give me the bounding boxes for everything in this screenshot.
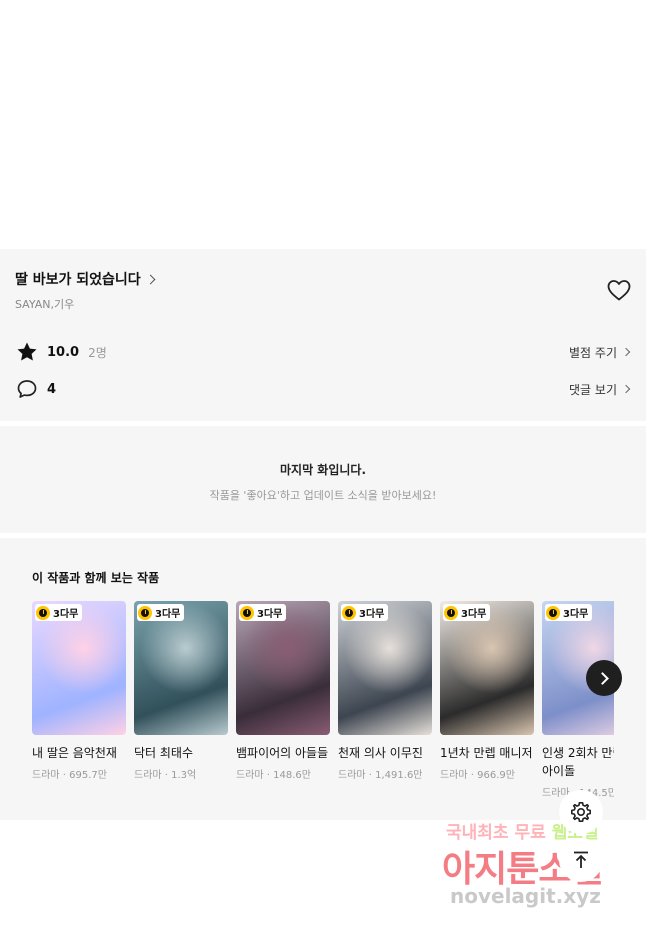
settings-button[interactable]	[559, 790, 603, 834]
heart-icon[interactable]	[606, 278, 632, 302]
card-meta: 드라마 · 1.3억	[134, 770, 197, 781]
clock-icon	[342, 605, 356, 620]
clock-icon	[240, 605, 254, 620]
clock-icon	[138, 605, 152, 620]
clock-icon	[36, 605, 50, 620]
free-badge: 3다무	[137, 604, 185, 621]
card-meta: 드라마 · 695.7만	[32, 770, 107, 781]
card-title: 닥터 최태수	[134, 746, 194, 760]
recommendations-section: 이 작품과 함께 보는 작품 3다무 내 딸은 음악천재 드라마 · 695.7만 3…	[0, 538, 646, 820]
recommendation-card[interactable]: 3다무뱀파이어의 아들들드라마 · 148.6만	[236, 601, 330, 781]
work-authors: SAYAN,기우	[15, 298, 75, 311]
rating-row: 10.0 2명 별점 주기	[15, 340, 631, 364]
card-title: 1년차 만렙 매니저	[440, 746, 533, 760]
rate-button[interactable]: 별점 주기	[569, 344, 631, 361]
view-comments-button[interactable]: 댓글 보기	[569, 381, 631, 398]
view-comments-label: 댓글 보기	[569, 382, 617, 397]
carousel-next-button[interactable]	[586, 660, 622, 696]
recommendation-card[interactable]: 3다무천재 의사 이무진드라마 · 1,491.6만	[338, 601, 432, 781]
star-icon	[17, 342, 37, 361]
card-title: 내 딸은 음악천재	[32, 746, 117, 760]
comment-icon	[17, 380, 37, 398]
card-meta: 드라마 · 966.9만	[440, 770, 515, 781]
recommendation-card[interactable]: 3다무 1년차 만렙 매니저드라마 · 966.9만	[440, 601, 534, 781]
card-meta: 드라마 · 148.6만	[236, 770, 311, 781]
free-badge: 3다무	[35, 604, 83, 621]
free-badge-label: 3다무	[563, 609, 589, 620]
work-title-link[interactable]: 딸 바보가 되었습니다	[15, 269, 156, 289]
free-badge-label: 3다무	[53, 609, 79, 620]
comment-row: 4 댓글 보기	[15, 377, 631, 401]
card-title: 천재 의사 이무진	[338, 746, 423, 760]
recommendation-card[interactable]: 3다무닥터 최태수드라마 · 1.3억	[134, 601, 228, 781]
recommendation-carousel: 3다무 내 딸은 음악천재 드라마 · 695.7만 3다무 닥터 최태수 드라마 · 1…	[32, 601, 614, 811]
watermark-text: 국내최초 무료	[446, 823, 552, 843]
recommendation-card[interactable]: 3다무내 딸은 음악천재드라마 · 695.7만	[32, 601, 126, 781]
recommendation-card[interactable]: 3다무UP인생 2회차 만렙 아이돌드라마 · 144.5만	[542, 601, 614, 799]
free-badge: 3다무	[545, 604, 593, 621]
comment-count: 4	[47, 381, 57, 397]
cover-thumbnail: 3다무	[440, 601, 534, 735]
cover-thumbnail: 3다무	[134, 601, 228, 735]
free-badge-label: 3다무	[257, 609, 283, 620]
blank-top-area	[0, 0, 646, 249]
clock-icon	[444, 605, 458, 620]
free-badge-label: 3다무	[359, 609, 385, 620]
floating-buttons	[559, 790, 603, 882]
free-badge-label: 3다무	[461, 609, 487, 620]
cover-thumbnail: 3다무	[338, 601, 432, 735]
chevron-right-icon	[621, 347, 631, 357]
card-title: 인생 2회차 만렙 아이돌	[542, 746, 614, 778]
free-badge-label: 3다무	[155, 609, 181, 620]
gear-icon	[571, 802, 591, 822]
free-badge: 3다무	[341, 604, 389, 621]
last-episode-notice: 마지막 화입니다. 작품을 '좋아요'하고 업데이트 소식을 받아보세요!	[0, 426, 646, 533]
site-watermark: 국내최초 무료 웹소설 아지툰소설 novelagit.xyz	[442, 818, 632, 918]
card-meta: 드라마 · 1,491.6만	[338, 770, 423, 781]
cover-thumbnail: 3다무	[236, 601, 330, 735]
clock-icon	[546, 605, 560, 620]
chevron-right-icon	[145, 274, 156, 284]
rate-button-label: 별점 주기	[569, 345, 617, 360]
chevron-right-icon	[595, 671, 609, 685]
recommendations-title: 이 작품과 함께 보는 작품	[32, 571, 160, 585]
watermark-line3: novelagit.xyz	[450, 884, 601, 908]
chevron-right-icon	[621, 384, 631, 394]
rating-score: 10.0	[47, 344, 80, 360]
free-badge: 3다무	[443, 604, 491, 621]
free-badge: 3다무	[239, 604, 287, 621]
last-episode-title: 마지막 화입니다.	[279, 463, 367, 477]
work-info-panel: 딸 바보가 되었습니다 SAYAN,기우 10.0 2명 별점 주기 4 댓글 …	[0, 249, 646, 421]
arrow-up-icon	[574, 851, 588, 868]
work-title: 딸 바보가 되었습니다	[15, 272, 141, 288]
last-episode-subtitle: 작품을 '좋아요'하고 업데이트 소식을 받아보세요!	[209, 489, 437, 502]
card-title: 뱀파이어의 아들들	[236, 746, 329, 760]
rating-count: 2명	[88, 345, 107, 360]
scroll-top-button[interactable]	[559, 838, 603, 882]
cover-thumbnail: 3다무	[32, 601, 126, 735]
